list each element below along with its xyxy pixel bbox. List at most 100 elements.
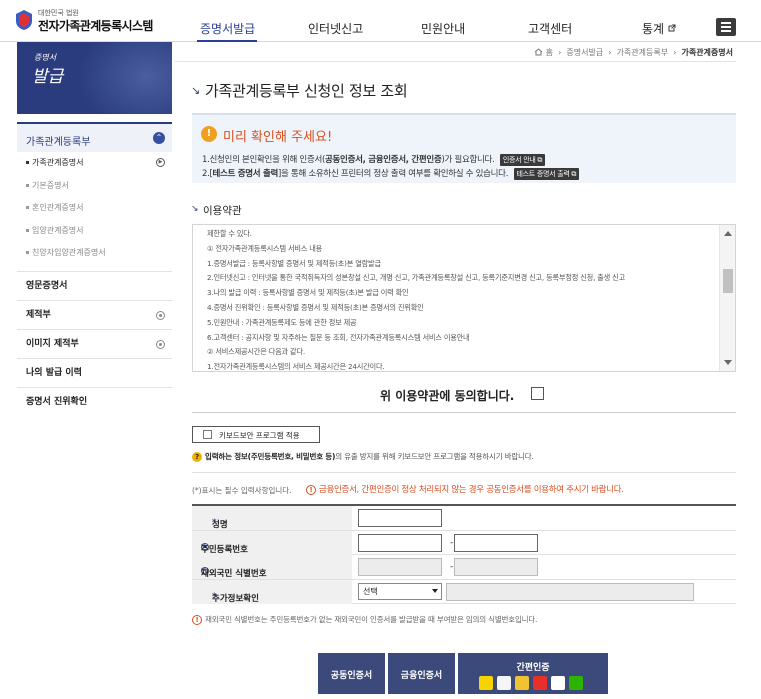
required-mark: * (212, 591, 217, 602)
sidebar-item-removed-register[interactable]: 제적부 (17, 299, 172, 329)
nav-internet-report[interactable]: 인터넷신고 (308, 20, 363, 37)
breadcrumb-current: 가족관계증명서 (681, 48, 733, 57)
cert-guide-button[interactable]: 인증서 안내 ⧉ (499, 153, 546, 166)
extra-info-input[interactable] (446, 582, 694, 601)
sidebar-item-label: 이미지 제적부 (26, 338, 79, 349)
sidebar-subitem-basic-cert[interactable]: 기본증명서 (17, 175, 172, 198)
arrow-right-icon: ▶ (156, 158, 165, 167)
rrn-back-input[interactable] (454, 533, 538, 552)
sidebar-item-english-cert[interactable]: 영문증명서 (17, 270, 172, 300)
joint-cert-button[interactable]: 공동인증서 (318, 653, 385, 694)
name-input[interactable] (358, 509, 442, 527)
scrollbar-thumb[interactable] (723, 269, 733, 293)
sidebar-section-family-register[interactable]: 가족관계등록부 ⌃ (17, 122, 172, 152)
sidebar-item-issue-history[interactable]: 나의 발급 이력 (17, 357, 172, 387)
sidebar-subitem-adoption-cert[interactable]: 입양관계증명서 (17, 220, 172, 243)
hamburger-icon (721, 22, 731, 24)
bullet-icon (26, 183, 29, 187)
nav-customer-center[interactable]: 고객센터 (528, 20, 572, 37)
sidebar-subitem-marriage-cert[interactable]: 혼인관계증명서 (17, 197, 172, 220)
keyboard-security-note: ? 입력하는 정보(주민등록번호, 비밀번호 등)의 유출 방지를 위해 키보드보… (192, 451, 534, 462)
banner-title-line2: 발급 (32, 67, 64, 87)
form-label-extra-info: 추가정보확인 * (192, 579, 352, 604)
banner-decoration (77, 42, 172, 114)
nav-civil-guide[interactable]: 민원안내 (421, 20, 465, 37)
foreign-id-back-input[interactable] (454, 558, 538, 576)
foreign-note-text: 재외국민 식별번호는 주민등록번호가 없는 재외국민이 인증서를 발급받을 때 … (205, 615, 538, 624)
sidebar-subitem-full-adoption-cert[interactable]: 친양자입양관계증명서 (17, 242, 172, 265)
keyboard-security-label: 키보드보안 프로그램 적용 (219, 431, 300, 440)
terms-line: 5.민원안내 : 가족관계등록제도 등에 관한 정보 제공 (207, 317, 357, 327)
breadcrumb: 홈 › 증명서발급 › 가족관계등록부 › 가족관계증명서 (534, 47, 733, 58)
hamburger-icon-bar (721, 30, 731, 32)
rrn-front-input[interactable] (358, 533, 442, 552)
nav-certificate-issue[interactable]: 증명서발급 (200, 20, 255, 37)
terms-line: 2.인터넷신고 : 인터넷을 통한 국적취득자의 성본창설 신고, 개명 신고,… (207, 273, 625, 283)
sidebar-item-image-removed-register[interactable]: 이미지 제적부 (17, 328, 172, 358)
sidebar-section-label: 가족관계등록부 (26, 137, 91, 148)
hamburger-icon-bar (721, 26, 731, 28)
keyboard-security-checkbox[interactable] (203, 430, 212, 439)
scroll-down-icon[interactable] (724, 360, 732, 365)
form-label-name: 성명 * (192, 506, 352, 530)
breadcrumb-home[interactable]: 홈 (546, 48, 553, 57)
sidebar-subitem-label: 친양자입양관계증명서 (32, 248, 106, 257)
dropdown-arrow-icon (432, 588, 438, 593)
scroll-up-icon[interactable] (724, 231, 732, 236)
simple-auth-button[interactable]: 간편인증 (458, 653, 608, 694)
sidebar-item-label: 제적부 (26, 309, 51, 320)
terms-scrollbar[interactable] (719, 225, 735, 371)
bullet-icon (26, 251, 29, 254)
sidebar-item-authenticity-check[interactable]: 증명서 진위확인 (17, 386, 172, 416)
rrn-label-text[interactable]: 주민등록번호 (201, 543, 248, 555)
pass-icon (497, 676, 511, 690)
terms-line: 1.전자가족관계등록시스템의 서비스 제공시간은 24시간이다. (207, 362, 385, 372)
required-mark: * (212, 518, 217, 528)
form-row-name: 성명 * (192, 506, 736, 531)
foreign-id-front-input[interactable] (358, 558, 442, 576)
extra-info-select[interactable]: 선택 (358, 582, 442, 600)
foreign-id-note: ! 재외국민 식별번호는 주민등록번호가 없는 재외국민이 인증서를 발급받을 때… (192, 614, 537, 625)
bullet-icon (26, 206, 29, 209)
notice-line2-bold: 테스트 증명서 출력 (212, 169, 279, 179)
test-print-button-label: 테스트 증명서 출력 (516, 169, 570, 178)
question-icon: ? (192, 452, 202, 462)
nav-statistics[interactable]: 통계 (642, 20, 676, 37)
notice-line1-pre: 1.신청인의 본인확인을 위해 인증서( (202, 155, 326, 165)
breadcrumb-level1[interactable]: 증명서발급 (566, 48, 603, 57)
agree-label[interactable]: 위 이용약관에 동의합니다. (380, 387, 514, 404)
rrn-dash: - (450, 537, 454, 548)
external-link-icon (668, 24, 676, 32)
sidebar-subitem-label: 기본증명서 (32, 180, 69, 190)
sidebar-subitem-label: 가족관계증명서 (32, 158, 84, 167)
sidebar-item-label: 나의 발급 이력 (26, 367, 82, 378)
site-logo[interactable]: 대한민국 법원 전자가족관계등록시스템 (14, 7, 164, 35)
applicant-form: 성명 * 주민등록번호 * - 재외국민 식별번호 * - 추가정보확인 * 선… (192, 504, 736, 604)
simple-auth-label: 간편인증 (516, 663, 550, 673)
nav-active-indicator (197, 40, 257, 42)
foreign-id-label-text[interactable]: 재외국민 식별번호 (201, 567, 267, 579)
financial-cert-button[interactable]: 금융인증서 (388, 653, 455, 694)
cert-guide-button-label: 인증서 안내 (502, 155, 536, 164)
sidebar-item-label: 증명서 진위확인 (26, 396, 88, 407)
expand-icon (156, 339, 165, 349)
alert-icon: ! (192, 615, 202, 625)
keyboard-security-toggle[interactable]: 키보드보안 프로그램 적용 (192, 426, 320, 443)
notice-line2-pre: 2.[ (202, 169, 213, 179)
divider (192, 472, 736, 473)
terms-title: 이용약관 (203, 205, 242, 217)
home-icon[interactable] (534, 48, 543, 56)
agree-row: 위 이용약관에 동의합니다. (192, 381, 736, 413)
alert-icon: ! (306, 485, 316, 495)
sidebar-item-label: 영문증명서 (26, 280, 68, 291)
terms-line: 1.증명서발급 : 등록사항별 증명서 및 제적등(초)본 열람발급 (207, 258, 381, 268)
sidebar-subitem-family-relation-cert[interactable]: 가족관계증명서 ▶ (17, 152, 172, 175)
agree-checkbox[interactable] (531, 387, 544, 400)
chevron-up-icon: ⌃ (153, 132, 165, 144)
test-print-button[interactable]: 테스트 증명서 출력 ⧉ (513, 167, 580, 180)
terms-textarea[interactable]: 제한할 수 있다. ① 전자가족관계등록시스템 서비스 내용 1.증명서발급 :… (192, 224, 736, 372)
title-marker-icon: ↘ (191, 204, 199, 214)
breadcrumb-level2[interactable]: 가족관계등록부 (617, 48, 669, 57)
menu-button[interactable] (716, 18, 736, 36)
logo-title: 전자가족관계등록시스템 (38, 19, 153, 33)
